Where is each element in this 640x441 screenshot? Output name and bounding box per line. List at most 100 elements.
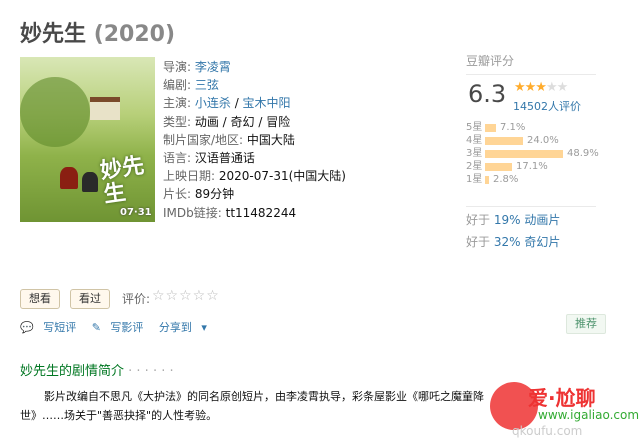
release-label: 上映日期: bbox=[163, 169, 219, 184]
genre-label: 类型: bbox=[163, 114, 195, 129]
cast-link-2[interactable]: 宝木中阳 bbox=[243, 96, 291, 110]
imdb-value[interactable]: tt11482244 bbox=[226, 206, 297, 220]
write-short-review-label: 写短评 bbox=[43, 321, 77, 334]
rating-bar-percent: 2.8% bbox=[493, 174, 519, 185]
country-row: 制片国家/地区: 中国大陆 bbox=[163, 131, 346, 149]
rating-distribution: 5星 7.1% 4星 24.0% 3星 48.9% 2星 17.1% 1星 2.… bbox=[466, 121, 636, 186]
better-than-prefix: 好于 bbox=[466, 235, 494, 249]
director-link[interactable]: 李凌霄 bbox=[195, 60, 231, 74]
page-title: 妙先生 (2020) bbox=[20, 16, 175, 48]
rating-bar-label: 1星 bbox=[466, 174, 483, 185]
star-icon-filled: ★★★ bbox=[514, 80, 547, 95]
recommend-button[interactable]: 推荐 bbox=[566, 314, 606, 334]
cast-link-1[interactable]: 小连杀 bbox=[195, 96, 231, 110]
better-than-cat-link[interactable]: 动画片 bbox=[524, 213, 560, 227]
writer-link[interactable]: 三弦 bbox=[195, 78, 219, 92]
rating-bar-label: 2星 bbox=[466, 161, 483, 172]
write-short-review-link[interactable]: 💬 写短评 bbox=[20, 321, 82, 334]
language-label: 语言: bbox=[163, 150, 195, 165]
cast-separator: / bbox=[230, 96, 243, 111]
synopsis-dots: · · · · · · bbox=[124, 364, 174, 379]
rating-header: 豆瓣评分 bbox=[466, 52, 596, 75]
rating-bar-percent: 7.1% bbox=[500, 122, 526, 133]
rate-star-icons[interactable]: ☆☆☆☆☆ bbox=[152, 288, 220, 304]
rating-bar-fill bbox=[485, 137, 523, 145]
release-value: 2020-07-31(中国大陆) bbox=[218, 169, 346, 184]
write-review-label: 写影评 bbox=[110, 321, 144, 334]
rating-bar-label: 4星 bbox=[466, 135, 483, 146]
want-to-watch-button[interactable]: 想看 bbox=[20, 289, 60, 309]
language-value: 汉语普通话 bbox=[194, 150, 255, 165]
share-link[interactable]: 分享到 ▾ bbox=[159, 321, 213, 334]
better-than-prefix: 好于 bbox=[466, 213, 494, 227]
rating-bar-row: 1星 2.8% bbox=[466, 173, 636, 186]
rating-bar-row: 2星 17.1% bbox=[466, 160, 636, 173]
chevron-down-icon: ▾ bbox=[201, 321, 207, 334]
movie-poster[interactable]: 妙先生 07·31 bbox=[20, 57, 155, 222]
rating-bar-label: 3星 bbox=[466, 148, 483, 159]
genre-row: 类型: 动画 / 奇幻 / 冒险 bbox=[163, 113, 346, 131]
better-than-panel: 好于 19% 动画片 好于 32% 奇幻片 bbox=[466, 206, 596, 253]
runtime-label: 片长: bbox=[163, 187, 195, 202]
poster-house bbox=[90, 97, 120, 120]
rate-label: 评价: bbox=[122, 292, 151, 306]
synopsis-heading: 妙先生的剧情简介 · · · · · · bbox=[20, 360, 174, 379]
star-icon-empty: ★★ bbox=[545, 80, 568, 95]
poster-figure-dark bbox=[82, 172, 98, 192]
movie-info: 导演: 李凌霄 编剧: 三弦 主演: 小连杀 / 宝木中阳 类型: 动画 / 奇… bbox=[163, 58, 346, 222]
writer-row: 编剧: 三弦 bbox=[163, 76, 346, 94]
poster-title: 妙先生 bbox=[98, 153, 146, 208]
write-review-link[interactable]: ✎ 写影评 bbox=[92, 321, 150, 334]
better-than-row: 好于 19% 动画片 bbox=[466, 209, 596, 231]
rating-bar-fill bbox=[485, 150, 563, 158]
watermark: 爱·尬聊 www.igaliao.com qkoufu.com bbox=[484, 378, 640, 441]
language-row: 语言: 汉语普通话 bbox=[163, 149, 346, 167]
runtime-value: 89分钟 bbox=[194, 187, 235, 202]
cast-label: 主演: bbox=[163, 96, 195, 111]
imdb-label: IMDb链接: bbox=[163, 205, 226, 220]
better-than-cat-link[interactable]: 奇幻片 bbox=[524, 235, 560, 249]
poster-date: 07·31 bbox=[120, 207, 152, 218]
writer-label: 编剧: bbox=[163, 78, 195, 93]
rating-panel: 豆瓣评分 6.3 ★★★★★ 14502人评价 bbox=[466, 52, 616, 113]
watermark-url: www.igaliao.com bbox=[538, 408, 640, 422]
movie-name: 妙先生 bbox=[20, 22, 87, 47]
rating-bar-fill bbox=[485, 124, 496, 132]
runtime-row: 片长: 89分钟 bbox=[163, 185, 346, 203]
review-links: 💬 写短评 ✎ 写影评 分享到 ▾ bbox=[20, 319, 219, 335]
country-label: 制片国家/地区: bbox=[163, 132, 247, 147]
share-label: 分享到 bbox=[158, 321, 192, 334]
watermark-url-secondary: qkoufu.com bbox=[512, 424, 583, 438]
director-row: 导演: 李凌霄 bbox=[163, 58, 346, 76]
rating-bar-label: 5星 bbox=[466, 122, 483, 133]
genre-value: 动画 / 奇幻 / 冒险 bbox=[194, 114, 291, 129]
watched-button[interactable]: 看过 bbox=[70, 289, 110, 309]
better-than-row: 好于 32% 奇幻片 bbox=[466, 231, 596, 253]
edit-icon: ✎ bbox=[91, 321, 101, 334]
director-label: 导演: bbox=[163, 60, 195, 74]
cast-row: 主演: 小连杀 / 宝木中阳 bbox=[163, 94, 346, 112]
rating-bar-row: 4星 24.0% bbox=[466, 134, 636, 147]
better-than-pct-link[interactable]: 19% bbox=[494, 213, 521, 227]
country-value: 中国大陆 bbox=[246, 132, 295, 147]
movie-year: (2020) bbox=[93, 22, 176, 47]
rating-bar-fill bbox=[485, 163, 512, 171]
better-than-pct-link[interactable]: 32% bbox=[494, 235, 521, 249]
rating-bar-percent: 24.0% bbox=[527, 135, 559, 146]
comment-icon: 💬 bbox=[20, 321, 34, 334]
rating-stars: ★★★★★ bbox=[514, 80, 568, 95]
synopsis-text: 影片改编自不思凡《大护法》的同名原创短片，由李凌霄执导，彩条屋影业《哪吒之魔童降… bbox=[20, 390, 484, 422]
rating-bar-percent: 17.1% bbox=[516, 161, 548, 172]
rating-score: 6.3 bbox=[468, 80, 507, 108]
rating-bar-percent: 48.9% bbox=[567, 148, 599, 159]
watermark-name: 爱·尬聊 bbox=[528, 386, 596, 410]
poster-figure-red bbox=[60, 167, 78, 189]
synopsis-title: 妙先生的剧情简介 bbox=[20, 364, 125, 379]
release-row: 上映日期: 2020-07-31(中国大陆) bbox=[163, 167, 346, 185]
rating-bar-row: 5星 7.1% bbox=[466, 121, 636, 134]
poster-tree bbox=[20, 77, 90, 147]
rating-count-link[interactable]: 14502人评价 bbox=[513, 98, 581, 114]
imdb-row: IMDb链接: tt11482244 bbox=[163, 204, 346, 222]
rating-bar-row: 3星 48.9% bbox=[466, 147, 636, 160]
rating-bar-fill bbox=[485, 176, 489, 184]
